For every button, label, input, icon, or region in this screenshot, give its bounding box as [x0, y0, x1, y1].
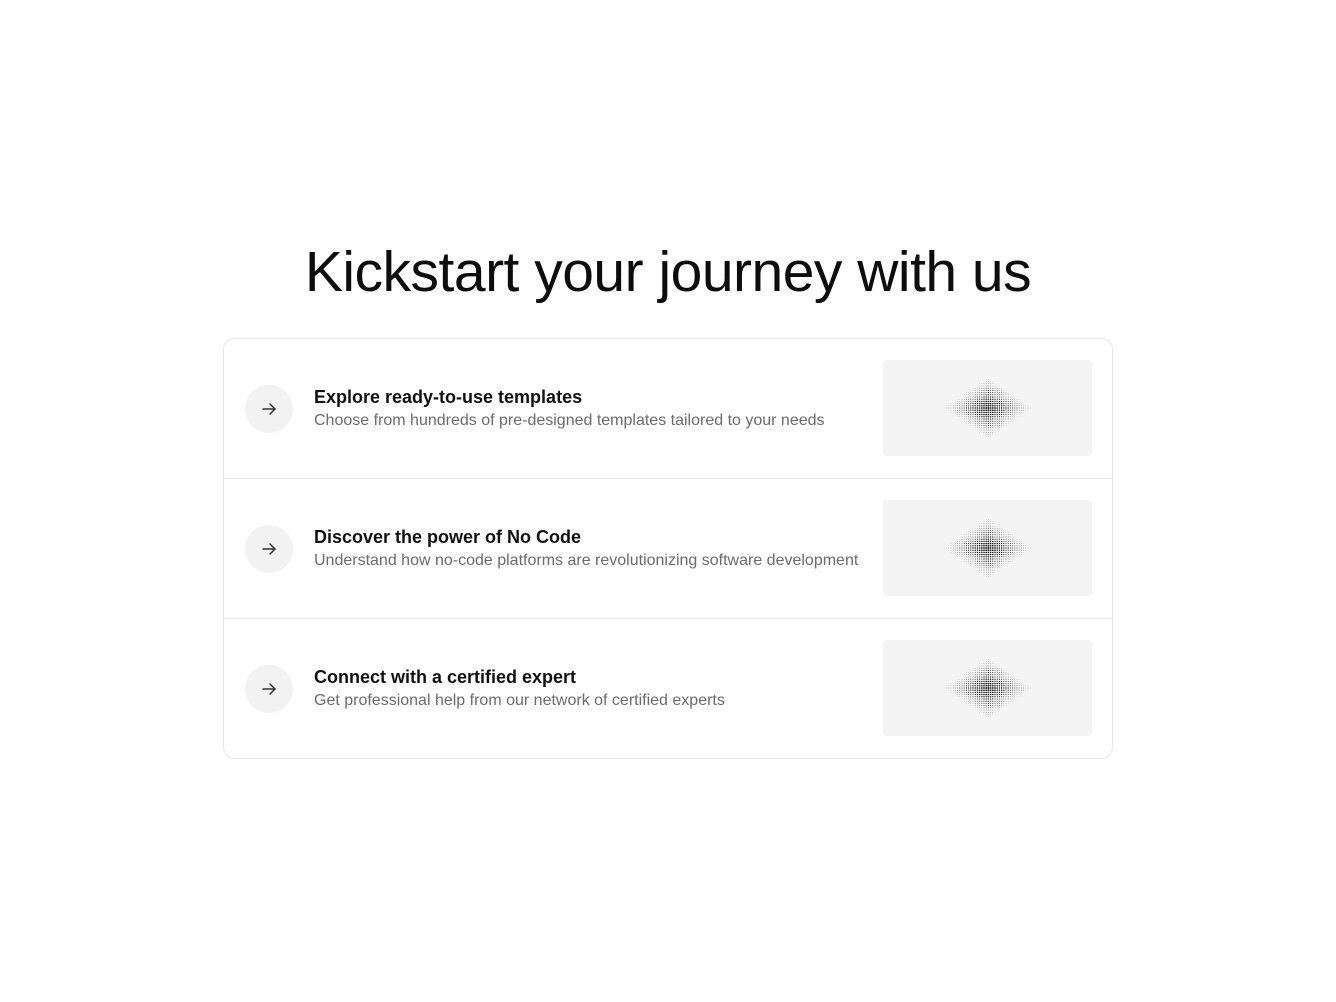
list-item[interactable]: Discover the power of No Code Understand…	[224, 478, 1112, 618]
halftone-graphic	[943, 519, 1030, 577]
arrow-right-icon	[262, 403, 276, 415]
halftone-graphic	[943, 379, 1030, 437]
item-title: Explore ready-to-use templates	[314, 387, 583, 407]
item-description: Get professional help from our network o…	[314, 692, 725, 709]
item-text: Connect with a certified expert Get prof…	[314, 665, 894, 713]
item-thumbnail	[883, 640, 1092, 736]
halftone-graphic	[943, 659, 1030, 717]
item-title: Connect with a certified expert	[314, 667, 577, 687]
item-title: Discover the power of No Code	[314, 527, 582, 547]
item-thumbnail	[883, 500, 1092, 596]
item-text: Explore ready-to-use templates Choose fr…	[314, 385, 894, 433]
item-description: Choose from hundreds of pre-designed tem…	[314, 412, 825, 429]
item-description: Understand how no-code platforms are rev…	[314, 552, 859, 569]
list-item[interactable]: Explore ready-to-use templates Choose fr…	[224, 339, 1112, 478]
arrow-button[interactable]	[245, 385, 293, 433]
arrow-button[interactable]	[245, 525, 293, 573]
arrow-right-icon	[262, 543, 276, 555]
arrow-right-icon	[262, 683, 276, 695]
list-item[interactable]: Connect with a certified expert Get prof…	[224, 618, 1112, 758]
arrow-button[interactable]	[245, 665, 293, 713]
page: Kickstart your journey with us Explore r…	[0, 0, 1336, 1002]
page-title: Kickstart your journey with us	[304, 240, 1032, 304]
card-list: Explore ready-to-use templates Choose fr…	[223, 338, 1113, 759]
item-text: Discover the power of No Code Understand…	[314, 525, 894, 573]
item-thumbnail	[883, 360, 1092, 456]
